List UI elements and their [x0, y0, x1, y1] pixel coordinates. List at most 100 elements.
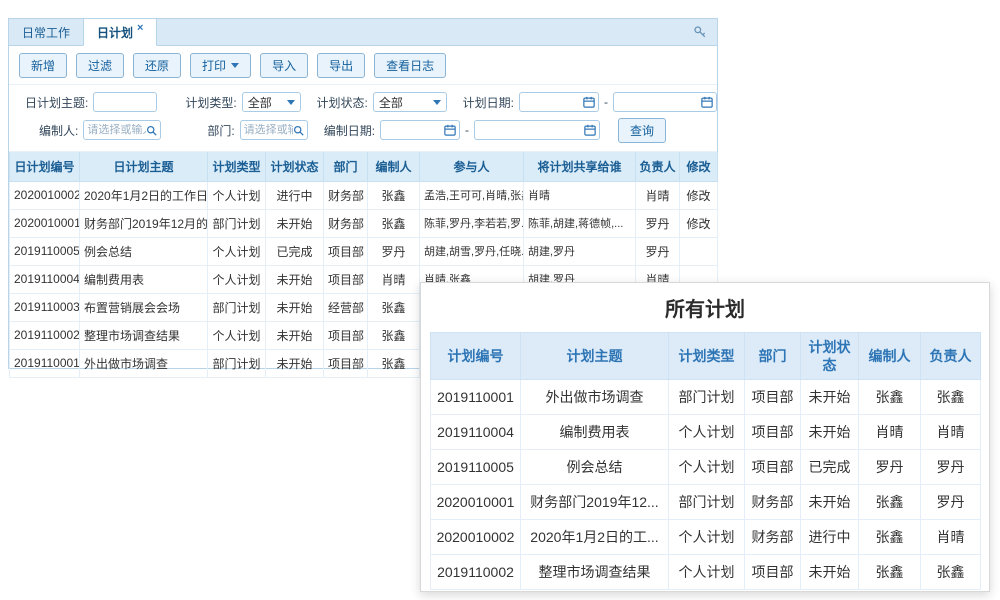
modify-link[interactable]: 修改 — [680, 181, 718, 209]
col-compiler: 编制人 — [368, 152, 420, 181]
all-plans-table: 计划编号 计划主题 计划类型 部门 计划状态 编制人 负责人 201911000… — [430, 332, 981, 590]
plan-subject-link[interactable]: 2020年1月2日的工作日... — [80, 181, 208, 209]
ocell-id: 2020010001 — [431, 485, 521, 520]
plan-id-link[interactable]: 2020010001 — [10, 209, 80, 237]
table-row: 2020010001 财务部门2019年12月的... 部门计划 未开始 财务部… — [10, 209, 718, 237]
query-button[interactable]: 查询 — [618, 118, 666, 143]
tab-daily-work[interactable]: 日常工作 — [9, 19, 83, 45]
compiler-filter-input[interactable] — [83, 120, 161, 140]
plan-date-from-text[interactable] — [523, 96, 583, 108]
ocell-type: 个人计划 — [669, 555, 745, 590]
col-share: 将计划共享给谁 — [524, 152, 636, 181]
plan-subject-link[interactable]: 整理市场调查结果 — [80, 321, 208, 349]
ocell-subject: 财务部门2019年12... — [521, 485, 669, 520]
cell-type: 部门计划 — [208, 349, 266, 377]
table-row: 2020010002 2020年1月2日的工作日... 个人计划 进行中 财务部… — [10, 181, 718, 209]
subject-filter-text[interactable] — [97, 96, 153, 108]
cell-dept: 项目部 — [324, 321, 368, 349]
plan-subject-link[interactable]: 例会总结 — [80, 237, 208, 265]
cell-status: 未开始 — [266, 209, 324, 237]
cell-compiler: 张鑫 — [368, 209, 420, 237]
owner-link[interactable]: 罗丹 — [636, 209, 680, 237]
plan-subject-link[interactable]: 外出做市场调查 — [80, 349, 208, 377]
cell-type: 个人计划 — [208, 265, 266, 293]
cell-type: 个人计划 — [208, 181, 266, 209]
restore-button[interactable]: 还原 — [133, 53, 181, 78]
modify-link[interactable]: 修改 — [680, 209, 718, 237]
dept-filter-label: 部门: — [207, 122, 234, 139]
ocell-owner: 张鑫 — [921, 380, 981, 415]
page-title: 所有计划 — [430, 293, 980, 322]
status-select[interactable]: 全部 — [373, 92, 447, 112]
type-select[interactable]: 全部 — [242, 92, 301, 112]
ocell-type: 个人计划 — [669, 450, 745, 485]
cell-dept: 经营部 — [324, 293, 368, 321]
ocell-id: 2019110004 — [431, 415, 521, 450]
compile-date-from-input[interactable] — [380, 120, 460, 140]
plan-id-link[interactable]: 2020010002 — [10, 181, 80, 209]
compile-date-to-input[interactable] — [474, 120, 600, 140]
add-button[interactable]: 新增 — [19, 53, 67, 78]
plan-id-link[interactable]: 2019110002 — [10, 321, 80, 349]
compiler-filter-text[interactable] — [87, 124, 146, 136]
subject-filter-input[interactable] — [93, 92, 157, 112]
tab-label: 日常工作 — [22, 24, 70, 41]
ocell-compiler: 罗丹 — [859, 450, 921, 485]
owner-link[interactable]: 罗丹 — [636, 237, 680, 265]
cell-compiler: 张鑫 — [368, 181, 420, 209]
ocell-dept: 项目部 — [745, 555, 801, 590]
filter-button[interactable]: 过滤 — [76, 53, 124, 78]
ocol-status: 计划状态 — [801, 333, 859, 380]
export-button[interactable]: 导出 — [317, 53, 365, 78]
plan-subject-link[interactable]: 财务部门2019年12月的... — [80, 209, 208, 237]
search-icon[interactable] — [293, 125, 304, 136]
compile-date-to-text[interactable] — [478, 124, 584, 136]
plan-subject-link[interactable]: 布置营销展会会场 — [80, 293, 208, 321]
plan-date-to-input[interactable] — [613, 92, 717, 112]
all-plans-panel: 所有计划 计划编号 计划主题 计划类型 部门 计划状态 编制人 负责人 2019… — [420, 282, 990, 592]
plan-subject-link[interactable]: 编制费用表 — [80, 265, 208, 293]
dept-filter-input[interactable] — [240, 120, 308, 140]
ocell-id: 2019110001 — [431, 380, 521, 415]
view-log-button[interactable]: 查看日志 — [374, 53, 446, 78]
import-button[interactable]: 导入 — [260, 53, 308, 78]
search-icon[interactable] — [146, 125, 157, 136]
ocell-subject: 2020年1月2日的工... — [521, 520, 669, 555]
ocell-type: 个人计划 — [669, 415, 745, 450]
ocol-type: 计划类型 — [669, 333, 745, 380]
ocell-status: 进行中 — [801, 520, 859, 555]
print-button[interactable]: 打印 — [190, 53, 251, 78]
tab-bar: 日常工作 日计划× — [9, 19, 717, 46]
cell-share: 陈菲,胡建,蒋德帧,... — [524, 209, 636, 237]
cell-dept: 项目部 — [324, 265, 368, 293]
plan-id-link[interactable]: 2019110003 — [10, 293, 80, 321]
ocell-id: 2019110005 — [431, 450, 521, 485]
plan-id-link[interactable]: 2019110004 — [10, 265, 80, 293]
cell-compiler: 张鑫 — [368, 321, 420, 349]
close-icon[interactable]: × — [137, 22, 143, 34]
chevron-down-icon — [433, 100, 441, 105]
ocell-subject: 编制费用表 — [521, 415, 669, 450]
ocell-dept: 项目部 — [745, 450, 801, 485]
ocell-status: 未开始 — [801, 380, 859, 415]
plan-id-link[interactable]: 2019110005 — [10, 237, 80, 265]
calendar-icon — [701, 96, 713, 108]
plan-date-to-text[interactable] — [617, 96, 701, 108]
ocell-id: 2019110002 — [431, 555, 521, 590]
col-modify: 修改 — [680, 152, 718, 181]
plan-id-link[interactable]: 2019110001 — [10, 349, 80, 377]
owner-link[interactable]: 肖晴 — [636, 181, 680, 209]
tab-daily-plan[interactable]: 日计划× — [83, 19, 157, 46]
table-row: 2019110005 例会总结 个人计划 项目部 已完成 罗丹 罗丹 — [431, 450, 981, 485]
cell-compiler: 张鑫 — [368, 349, 420, 377]
plan-date-from-input[interactable] — [519, 92, 599, 112]
dept-filter-text[interactable] — [244, 124, 293, 136]
compile-date-from-text[interactable] — [384, 124, 444, 136]
filter-form: 日计划主题: 计划类型: 全部 计划状态: 全部 计划日期: - 编制人: 部门… — [9, 85, 717, 152]
toolbar: 新增 过滤 还原 打印 导入 导出 查看日志 — [9, 46, 717, 85]
key-icon[interactable] — [683, 19, 717, 45]
ocell-dept: 财务部 — [745, 520, 801, 555]
modify-link[interactable] — [680, 237, 718, 265]
plan-date-label: 计划日期: — [463, 94, 514, 111]
ocell-owner: 罗丹 — [921, 485, 981, 520]
